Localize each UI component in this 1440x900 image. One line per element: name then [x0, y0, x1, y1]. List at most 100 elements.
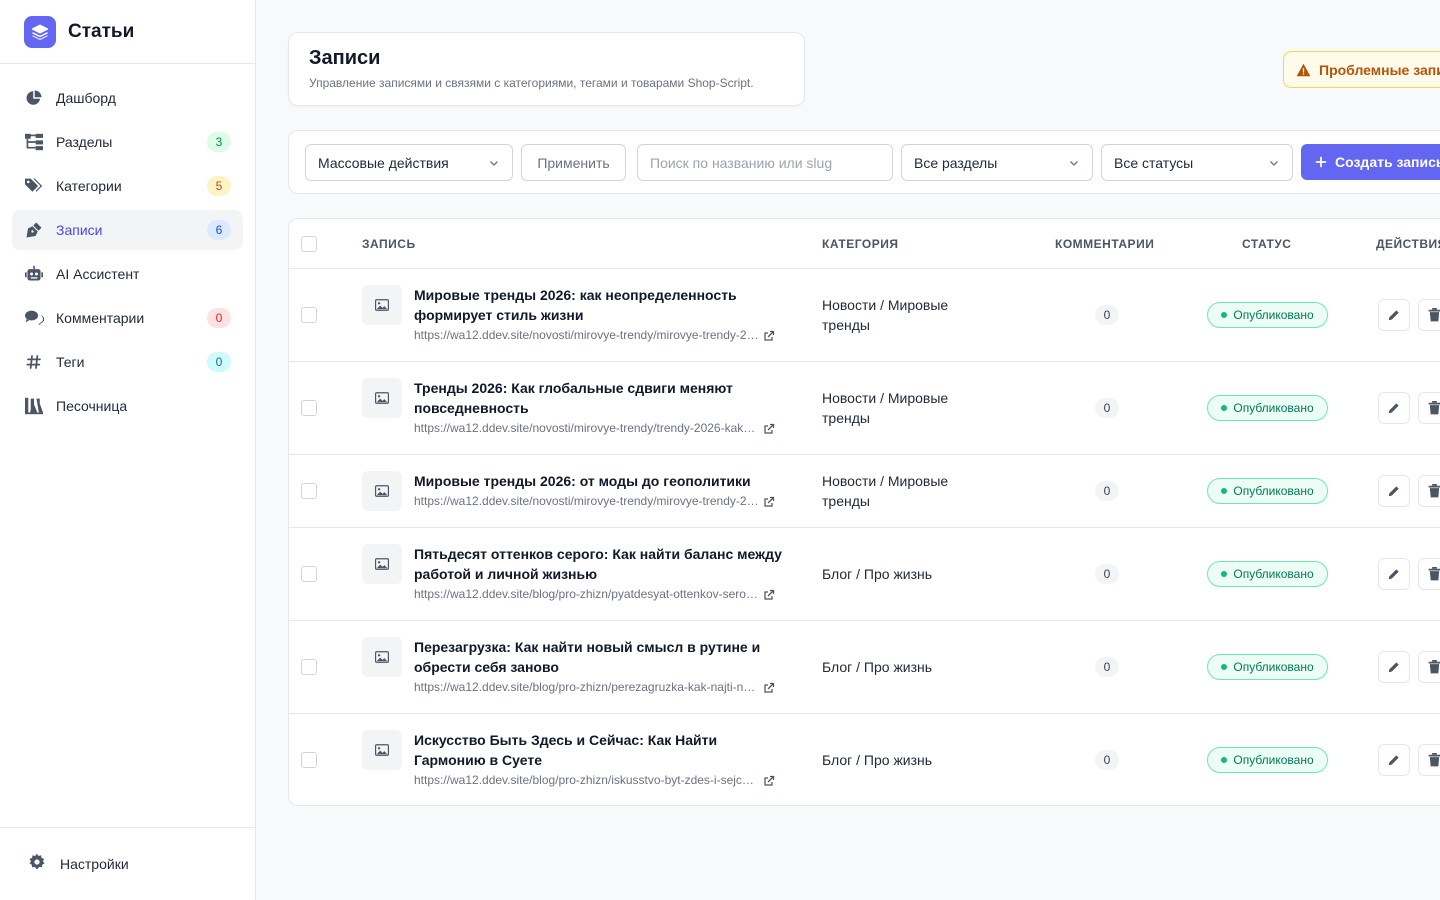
delete-button[interactable] [1418, 475, 1440, 507]
sidebar-item-posts[interactable]: Записи 6 [12, 210, 243, 250]
table-row[interactable]: Перезагрузка: Как найти новый смысл в ру… [289, 621, 1440, 714]
column-header-post: ЗАПИСЬ [362, 237, 416, 251]
sidebar-item-sections[interactable]: Разделы 3 [12, 122, 243, 162]
post-title-link[interactable]: Мировые тренды 2026: от моды до геополит… [414, 471, 784, 491]
column-header-category: КАТЕГОРИЯ [822, 237, 899, 251]
external-link-icon[interactable] [763, 423, 775, 435]
post-title-link[interactable]: Тренды 2026: Как глобальные сдвиги меняю… [414, 378, 784, 418]
edit-button[interactable] [1378, 475, 1410, 507]
row-checkbox[interactable] [301, 566, 317, 582]
bulk-actions-select[interactable]: Массовые действия [305, 144, 513, 181]
external-link-icon[interactable] [763, 330, 775, 342]
post-category: Новости / Мировые тренды [822, 473, 949, 509]
post-title-link[interactable]: Перезагрузка: Как найти новый смысл в ру… [414, 637, 784, 677]
sidebar-item-ai-assistant[interactable]: AI Ассистент [12, 254, 243, 294]
chevron-down-icon [1070, 161, 1078, 166]
comments-count: 0 [1095, 305, 1119, 325]
sidebar-item-comments[interactable]: Комментарии 0 [12, 298, 243, 338]
table-row[interactable]: Мировые тренды 2026: как неопределенност… [289, 269, 1440, 362]
warning-icon [1296, 63, 1311, 76]
trash-icon [1428, 308, 1440, 322]
row-checkbox[interactable] [301, 307, 317, 323]
sidebar-item-categories[interactable]: Категории 5 [12, 166, 243, 206]
post-title-link[interactable]: Пятьдесят оттенков серого: Как найти бал… [414, 544, 784, 584]
page-header: Записи Управление записями и связями с к… [288, 32, 805, 106]
post-url: https://wa12.ddev.site/novosti/mirovye-t… [414, 421, 759, 435]
apply-button[interactable]: Применить [521, 144, 626, 181]
external-link-icon[interactable] [763, 775, 775, 787]
image-placeholder-icon [362, 730, 402, 770]
select-all-checkbox[interactable] [301, 236, 317, 252]
sidebar-item-label: AI Ассистент [56, 266, 140, 282]
status-label: Опубликовано [1233, 567, 1314, 581]
edit-button[interactable] [1378, 299, 1410, 331]
table-row[interactable]: Искусство Быть Здесь и Сейчас: Как Найти… [289, 714, 1440, 805]
post-url: https://wa12.ddev.site/blog/pro-zhizn/pe… [414, 680, 759, 694]
image-placeholder-icon [362, 285, 402, 325]
chart-pie-icon [24, 88, 44, 108]
pencil-icon [1388, 486, 1399, 497]
status-label: Опубликовано [1233, 660, 1314, 674]
count-badge: 6 [207, 220, 231, 240]
status-dot [1221, 571, 1228, 577]
sidebar-item-label: Дашборд [56, 90, 116, 106]
sections-filter-select[interactable]: Все разделы [901, 144, 1093, 181]
edit-button[interactable] [1378, 744, 1410, 776]
delete-button[interactable] [1418, 392, 1440, 424]
brand[interactable]: Статьи [0, 0, 255, 64]
create-post-label: Создать запись [1335, 154, 1440, 170]
status-badge: Опубликовано [1207, 302, 1328, 328]
sections-filter-value: Все разделы [914, 154, 998, 171]
create-post-button[interactable]: Создать запись [1301, 144, 1440, 180]
delete-button[interactable] [1418, 299, 1440, 331]
row-checkbox[interactable] [301, 659, 317, 675]
problem-posts-button[interactable]: Проблемные записи [1283, 51, 1440, 88]
layers-icon [24, 15, 56, 48]
post-category: Блог / Про жизнь [822, 566, 933, 582]
table-row[interactable]: Пятьдесят оттенков серого: Как найти бал… [289, 528, 1440, 621]
flask-icon [24, 396, 44, 416]
status-dot [1221, 312, 1228, 318]
post-title-link[interactable]: Искусство Быть Здесь и Сейчас: Как Найти… [414, 730, 784, 770]
sidebar-item-settings[interactable]: Настройки [0, 827, 255, 900]
comments-count: 0 [1095, 564, 1119, 584]
sidebar-item-sandbox[interactable]: Песочница [12, 386, 243, 426]
status-label: Опубликовано [1233, 308, 1314, 322]
post-title-link[interactable]: Мировые тренды 2026: как неопределенност… [414, 285, 784, 325]
edit-button[interactable] [1378, 392, 1410, 424]
edit-button[interactable] [1378, 558, 1410, 590]
status-filter-select[interactable]: Все статусы [1101, 144, 1293, 181]
page-title: Записи [309, 47, 381, 69]
external-link-icon[interactable] [763, 589, 775, 601]
status-dot [1221, 757, 1228, 763]
post-category: Новости / Мировые тренды [822, 390, 949, 426]
edit-button[interactable] [1378, 651, 1410, 683]
delete-button[interactable] [1418, 558, 1440, 590]
table-header: ЗАПИСЬ КАТЕГОРИЯ КОММЕНТАРИИ СТАТУС ДЕЙС… [289, 219, 1440, 269]
row-checkbox[interactable] [301, 400, 317, 416]
trash-icon [1428, 660, 1440, 674]
external-link-icon[interactable] [763, 682, 775, 694]
sidebar-item-tags[interactable]: Теги 0 [12, 342, 243, 382]
comments-count: 0 [1095, 481, 1119, 501]
external-link-icon[interactable] [763, 496, 775, 508]
settings-label: Настройки [60, 856, 129, 872]
delete-button[interactable] [1418, 744, 1440, 776]
status-label: Опубликовано [1233, 401, 1314, 415]
table-row[interactable]: Мировые тренды 2026: от моды до геополит… [289, 455, 1440, 528]
delete-button[interactable] [1418, 651, 1440, 683]
gear-icon [28, 853, 46, 876]
comments-count: 0 [1095, 657, 1119, 677]
row-checkbox[interactable] [301, 752, 317, 768]
sidebar-item-label: Записи [56, 222, 103, 238]
sidebar-item-label: Разделы [56, 134, 113, 150]
table-row[interactable]: Тренды 2026: Как глобальные сдвиги меняю… [289, 362, 1440, 455]
row-checkbox[interactable] [301, 483, 317, 499]
status-dot [1221, 405, 1228, 411]
post-url: https://wa12.ddev.site/novosti/mirovye-t… [414, 494, 759, 508]
search-input[interactable]: Поиск по названию или slug [637, 144, 893, 181]
status-dot [1221, 488, 1228, 494]
sidebar-item-dashboard[interactable]: Дашборд [12, 78, 243, 118]
status-dot [1221, 664, 1228, 670]
column-header-comments: КОММЕНТАРИИ [1055, 237, 1155, 251]
